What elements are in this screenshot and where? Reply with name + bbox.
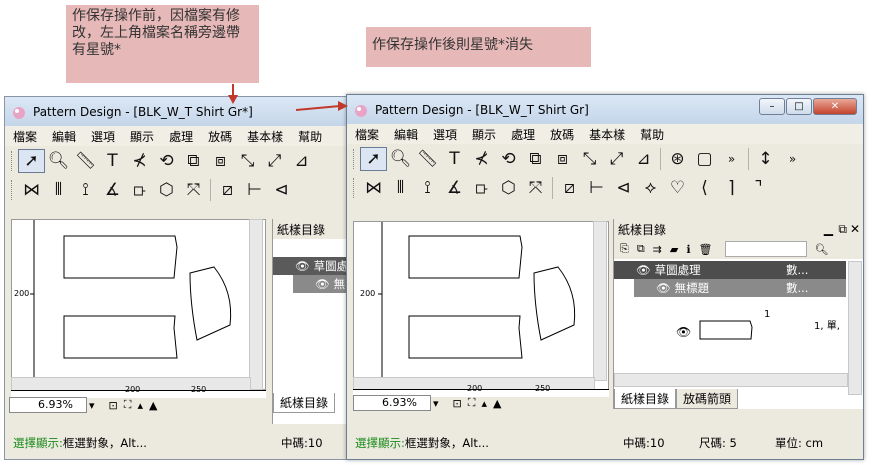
annotation-arrows [228, 84, 348, 111]
